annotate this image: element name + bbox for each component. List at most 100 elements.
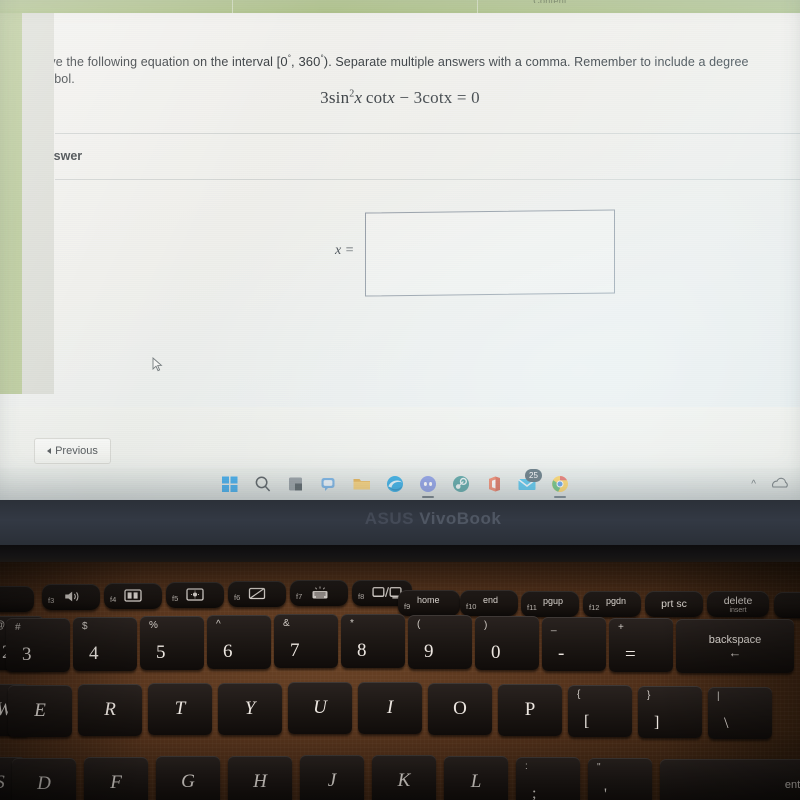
key-0[interactable]: ) 0: [475, 616, 539, 670]
start-button[interactable]: [220, 474, 240, 494]
key-bracket-left-base: [: [584, 713, 590, 730]
equation-var-x1: x: [354, 88, 363, 107]
key-t[interactable]: T: [148, 683, 212, 735]
key-d[interactable]: D: [12, 758, 76, 800]
key-next-fn[interactable]: [774, 592, 800, 618]
key-j[interactable]: J: [300, 755, 364, 800]
chrome-icon[interactable]: [550, 474, 570, 498]
key-backslash-base: \: [724, 715, 729, 732]
key-backslash-shift: |: [717, 691, 720, 702]
browser-tab[interactable]: [232, 0, 478, 13]
key-7-shift: &: [283, 618, 290, 629]
key-5[interactable]: % 5: [140, 616, 204, 670]
key-enter[interactable]: enter: [660, 759, 800, 800]
key-bracket-right[interactable]: } ]: [638, 686, 702, 738]
key-f12-pgdn[interactable]: f12 pgdn: [583, 591, 641, 617]
key-f11-pgup[interactable]: f11 pgup: [521, 591, 579, 617]
previous-button[interactable]: Previous: [34, 438, 111, 464]
key-quote[interactable]: " ': [588, 758, 652, 800]
equation-rhs: 0: [471, 88, 480, 107]
key-backspace[interactable]: backspace ←: [676, 619, 794, 673]
task-view-icon[interactable]: [286, 474, 306, 494]
taskbar-icon-group: 25: [220, 468, 570, 500]
key-backslash[interactable]: | \: [708, 687, 772, 739]
key-f3-label: f3: [48, 596, 55, 605]
brightness-icon: [186, 588, 204, 604]
arrow-left-icon: ←: [728, 645, 742, 661]
chrome-running-indicator: [554, 496, 566, 498]
edge-icon[interactable]: [385, 474, 405, 494]
laptop-brand-logo: ASUS VivoBook: [318, 509, 548, 531]
key-f4-display[interactable]: f4: [104, 583, 162, 609]
key-i-label: I: [386, 697, 394, 718]
interval-start-value: 0: [280, 54, 288, 69]
key-5-shift: %: [149, 620, 158, 631]
key-f9-name: home: [417, 595, 440, 605]
equation-cot1: cot: [365, 88, 388, 107]
mouse-pointer-icon: [152, 357, 163, 372]
key-3[interactable]: # 3: [6, 618, 70, 672]
equation-equals: =: [456, 88, 467, 107]
key-o[interactable]: O: [428, 683, 492, 735]
key-bracket-right-base: ]: [654, 714, 660, 731]
key-4[interactable]: $ 4: [73, 617, 137, 671]
key-k[interactable]: K: [372, 755, 436, 800]
key-equals-base: =: [625, 644, 636, 665]
key-e[interactable]: E: [8, 685, 72, 737]
key-f5-brightness[interactable]: f5: [166, 582, 224, 608]
key-6-base: 6: [223, 641, 233, 662]
key-print-screen[interactable]: prt sc: [645, 591, 703, 617]
key-f11-name: pgup: [543, 596, 564, 606]
key-p[interactable]: P: [498, 684, 562, 736]
search-icon[interactable]: [253, 474, 273, 494]
key-h[interactable]: H: [228, 756, 292, 800]
key-d-label: D: [37, 773, 51, 794]
office-icon[interactable]: [484, 474, 504, 494]
cloud-icon[interactable]: [770, 477, 790, 492]
key-8[interactable]: * 8: [341, 614, 405, 668]
key-g[interactable]: G: [156, 756, 220, 800]
laptop-screen: Content Solve the following equation on …: [0, 0, 800, 500]
key-minus[interactable]: _ -: [542, 617, 606, 671]
key-delete[interactable]: delete insert: [707, 591, 769, 617]
key-7[interactable]: & 7: [274, 614, 338, 668]
key-f2[interactable]: [0, 586, 34, 612]
answer-variable-label: x =: [335, 243, 355, 258]
chat-icon[interactable]: [319, 474, 339, 494]
file-explorer-icon[interactable]: [352, 474, 372, 494]
key-f10-name: end: [483, 595, 499, 605]
equation-term1-coefficient: 3: [320, 88, 329, 107]
equation-display: 3sin2x cotx − 3cotx = 0: [0, 88, 800, 108]
key-l[interactable]: L: [444, 756, 508, 800]
key-y-label: Y: [244, 698, 256, 719]
discord-icon[interactable]: [418, 474, 438, 498]
key-i[interactable]: I: [358, 682, 422, 734]
key-f6-touchpad[interactable]: f6: [228, 581, 286, 607]
key-f9-home[interactable]: f9 home: [398, 590, 460, 616]
mail-icon[interactable]: 25: [517, 469, 542, 494]
interval-end-value: 360: [298, 54, 321, 69]
key-6[interactable]: ^ 6: [207, 615, 271, 669]
key-f[interactable]: F: [84, 757, 148, 800]
key-f10-end[interactable]: f10 end: [460, 590, 518, 616]
key-f12-name: pgdn: [606, 596, 627, 606]
page-left-sidebar: [22, 13, 54, 394]
key-minus-shift: _: [551, 621, 557, 632]
key-f3-volume[interactable]: f3: [42, 584, 100, 610]
key-delete-label: delete: [723, 595, 753, 607]
key-bracket-left[interactable]: { [: [568, 685, 632, 737]
key-9[interactable]: ( 9: [408, 615, 472, 669]
key-semicolon[interactable]: : ;: [516, 757, 580, 800]
key-y[interactable]: Y: [218, 683, 282, 735]
key-f7-label: f7: [296, 592, 303, 601]
answer-input[interactable]: [365, 209, 615, 297]
key-r[interactable]: R: [78, 684, 142, 736]
key-f-label: F: [110, 772, 122, 793]
key-u[interactable]: U: [288, 682, 352, 734]
show-hidden-icons-chevron[interactable]: ^: [751, 479, 756, 490]
model-name: VivoBook: [419, 509, 502, 528]
key-equals[interactable]: + =: [609, 618, 673, 672]
key-h-label: H: [253, 771, 267, 792]
steam-icon[interactable]: [451, 474, 471, 494]
key-f7-keyboard-backlight[interactable]: f7: [290, 580, 348, 606]
